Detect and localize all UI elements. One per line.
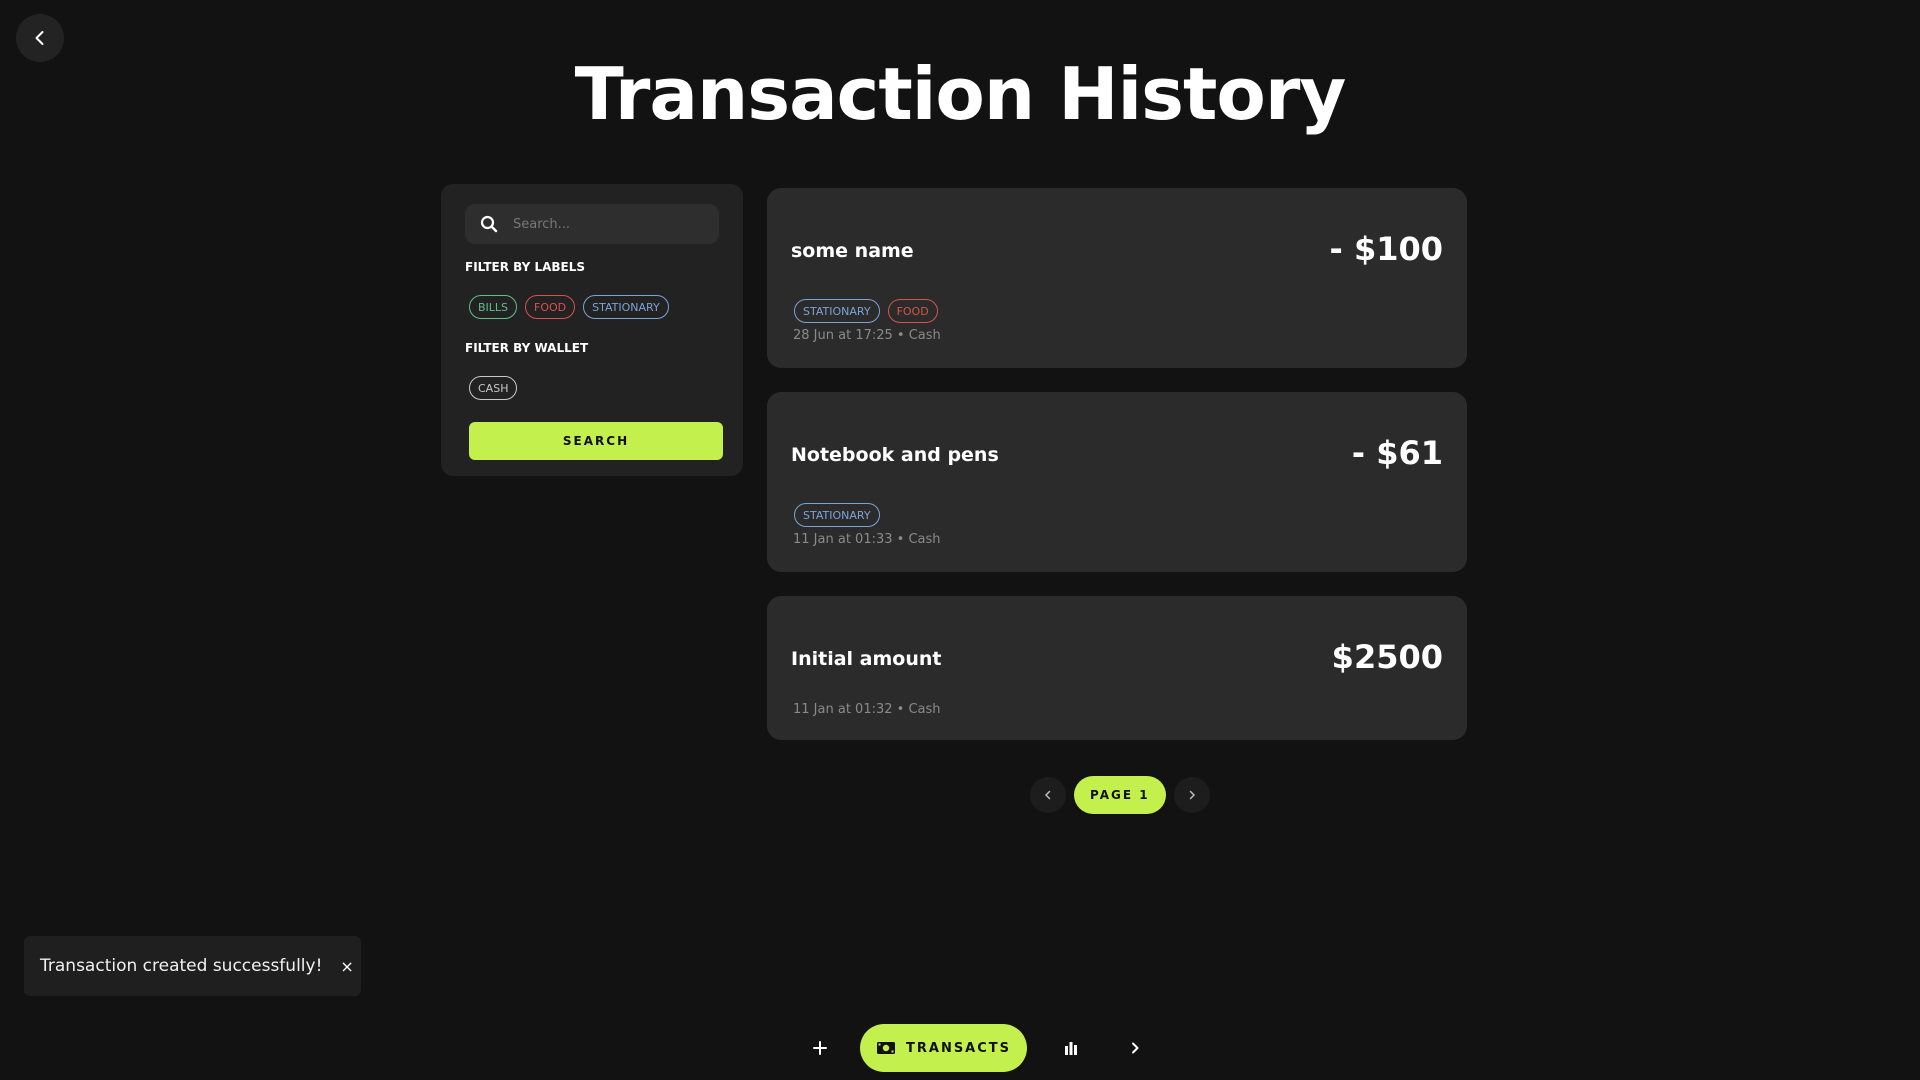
transaction-card[interactable]: Notebook and pens - $61 STATIONARY 11 Ja… bbox=[767, 392, 1467, 572]
filter-panel: FILTER BY LABELS BILLS FOOD STATIONARY F… bbox=[441, 184, 743, 476]
transaction-amount: - $61 bbox=[1351, 434, 1443, 472]
transaction-meta: 11 Jan at 01:33 • Cash bbox=[793, 532, 941, 547]
transaction-tags: STATIONARY bbox=[794, 503, 880, 527]
label-chip-bills[interactable]: BILLS bbox=[469, 295, 518, 319]
chevron-left-icon bbox=[1044, 790, 1051, 800]
search-box[interactable] bbox=[465, 203, 719, 245]
wallet-chip-cash[interactable]: CASH bbox=[469, 376, 518, 400]
filter-labels-heading: FILTER BY LABELS bbox=[465, 260, 586, 274]
next-page-button[interactable] bbox=[1173, 777, 1210, 813]
pagination: PAGE 1 bbox=[1030, 776, 1210, 814]
success-toast: Transaction created successfully! × bbox=[24, 936, 361, 996]
transaction-amount: - $100 bbox=[1329, 230, 1443, 268]
transaction-meta: 11 Jan at 01:32 • Cash bbox=[793, 702, 941, 717]
search-button[interactable]: SEARCH bbox=[469, 422, 723, 460]
transaction-card[interactable]: some name - $100 STATIONARY FOOD 28 Jun … bbox=[767, 188, 1467, 368]
tag-food: FOOD bbox=[887, 299, 938, 323]
label-chip-stationary[interactable]: STATIONARY bbox=[583, 295, 669, 319]
money-icon bbox=[877, 1042, 895, 1054]
transaction-amount: $2500 bbox=[1331, 638, 1443, 676]
page-title: Transaction History bbox=[574, 52, 1347, 136]
bottom-nav: TRANSACTS bbox=[800, 1024, 1155, 1072]
chevron-right-icon bbox=[1189, 790, 1195, 800]
chevron-left-icon bbox=[35, 31, 44, 45]
transaction-name: Initial amount bbox=[791, 648, 942, 670]
add-transaction-button[interactable] bbox=[800, 1028, 840, 1068]
plus-icon bbox=[813, 1041, 827, 1055]
transaction-name: Notebook and pens bbox=[791, 444, 999, 466]
filter-wallet-heading: FILTER BY WALLET bbox=[465, 341, 589, 355]
bar-chart-icon bbox=[1065, 1042, 1078, 1055]
prev-page-button[interactable] bbox=[1030, 777, 1066, 813]
transaction-name: some name bbox=[791, 240, 914, 262]
wallet-chips: CASH bbox=[469, 376, 518, 400]
search-icon bbox=[479, 214, 499, 234]
nav-transactions-label: TRANSACTS bbox=[906, 1040, 1012, 1056]
tag-stationary: STATIONARY bbox=[794, 503, 880, 527]
toast-message: Transaction created successfully! bbox=[40, 956, 323, 976]
nav-stats-button[interactable] bbox=[1051, 1028, 1091, 1068]
label-chips: BILLS FOOD STATIONARY bbox=[469, 295, 669, 319]
transaction-card[interactable]: Initial amount $2500 11 Jan at 01:32 • C… bbox=[767, 596, 1467, 740]
current-page-button[interactable]: PAGE 1 bbox=[1074, 776, 1166, 814]
label-chip-food[interactable]: FOOD bbox=[525, 295, 576, 319]
nav-next-button[interactable] bbox=[1115, 1028, 1155, 1068]
tag-stationary: STATIONARY bbox=[794, 299, 880, 323]
toast-close-button[interactable]: × bbox=[340, 957, 353, 976]
transaction-meta: 28 Jun at 17:25 • Cash bbox=[793, 328, 941, 343]
chevron-right-icon bbox=[1132, 1042, 1139, 1054]
nav-transactions-button[interactable]: TRANSACTS bbox=[860, 1024, 1028, 1072]
search-input[interactable] bbox=[511, 203, 719, 245]
transaction-tags: STATIONARY FOOD bbox=[794, 299, 938, 323]
